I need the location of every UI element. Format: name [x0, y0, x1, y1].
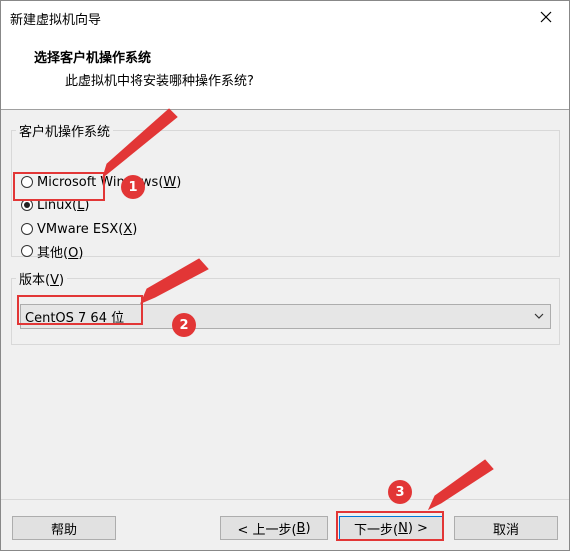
version-group: 版本(V) CentOS 7 64 位: [11, 269, 560, 345]
cancel-button[interactable]: 取消: [454, 516, 558, 540]
annotation-badge-3: 3: [388, 480, 412, 504]
radio-indicator: [21, 245, 33, 257]
version-select-value: CentOS 7 64 位: [25, 311, 125, 326]
window-title: 新建虚拟机向导: [10, 13, 102, 28]
page-subtitle: 此虚拟机中将安装哪种操作系统?: [65, 74, 254, 89]
version-select[interactable]: CentOS 7 64 位: [20, 304, 551, 329]
back-button[interactable]: < 上一步(B): [220, 516, 328, 540]
chevron-down-icon: [534, 313, 544, 319]
radio-linux[interactable]: Linux(L): [21, 195, 89, 215]
annotation-arrow-3: [427, 459, 494, 511]
divider: [1, 499, 569, 500]
version-group-label: 版本(V): [19, 273, 65, 288]
radio-label: 其他(O): [37, 245, 84, 261]
radio-label: VMware ESX(X): [37, 221, 138, 237]
guest-os-group-label: 客户机操作系统: [19, 125, 111, 140]
help-button[interactable]: 帮助: [12, 516, 116, 540]
radio-indicator: [21, 199, 33, 211]
radio-vmware-esx[interactable]: VMware ESX(X): [21, 219, 137, 239]
guest-os-group: 客户机操作系统 Microsoft Windows(W) Linux(L) VM…: [11, 121, 560, 261]
wizard-header: 选择客户机操作系统 此虚拟机中将安装哪种操作系统?: [1, 33, 569, 110]
new-vm-wizard-window: 新建虚拟机向导 选择客户机操作系统 此虚拟机中将安装哪种操作系统? 客户机操作系…: [0, 0, 570, 551]
close-icon: [540, 11, 552, 23]
radio-indicator: [21, 223, 33, 235]
radio-microsoft-windows[interactable]: Microsoft Windows(W): [21, 172, 181, 192]
page-title: 选择客户机操作系统: [34, 51, 152, 66]
title-bar: 新建虚拟机向导: [1, 1, 569, 33]
radio-indicator: [21, 176, 33, 188]
annotation-badge-1: 1: [121, 175, 145, 199]
radio-label: Microsoft Windows(W): [37, 174, 182, 190]
annotation-badge-2: 2: [172, 313, 196, 337]
close-button[interactable]: [523, 1, 569, 33]
radio-other[interactable]: 其他(O): [21, 241, 83, 261]
next-button[interactable]: 下一步(N) >: [339, 516, 443, 540]
radio-label: Linux(L): [37, 197, 90, 213]
